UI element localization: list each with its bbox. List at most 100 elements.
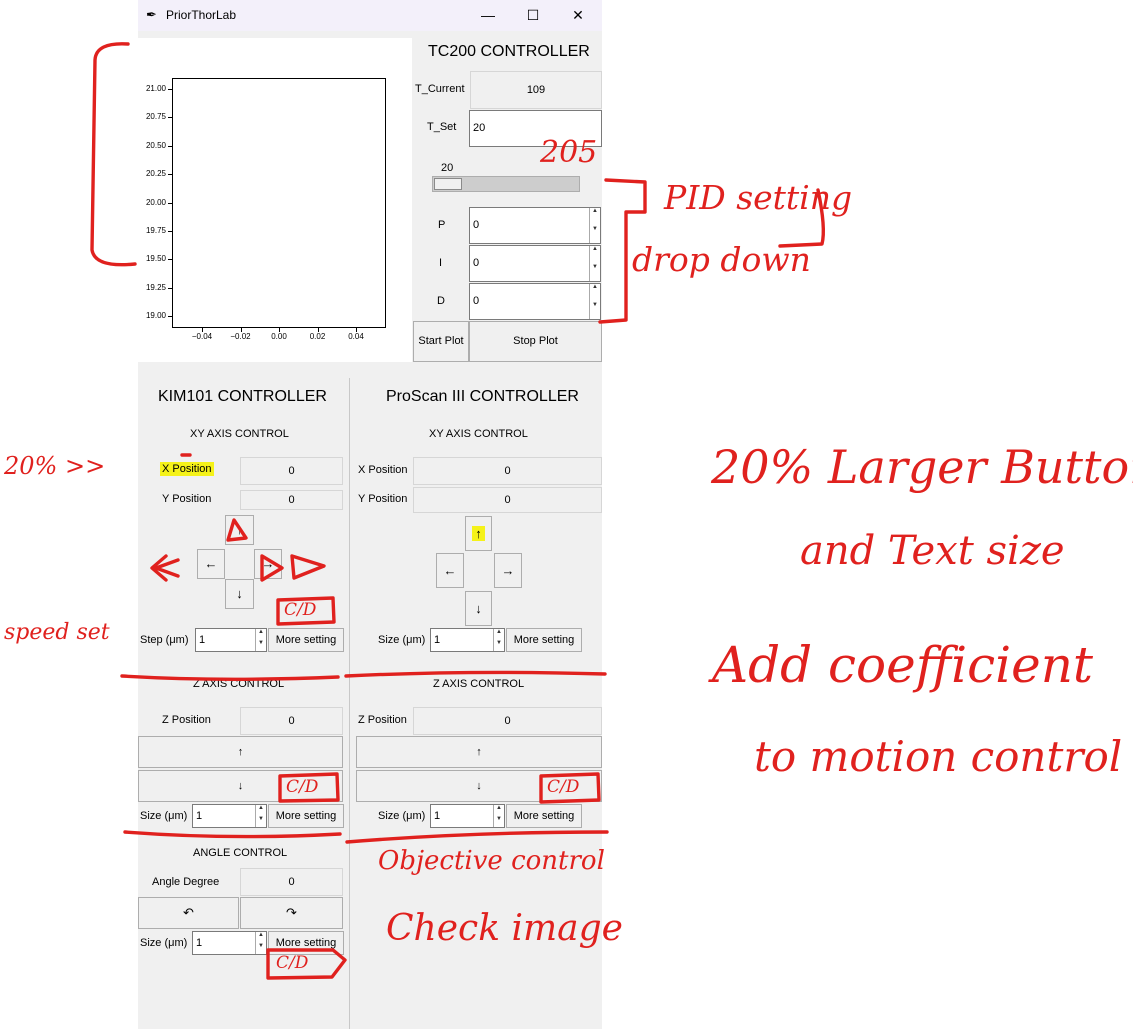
minimize-button[interactable]: — [478,6,498,24]
plot-y-tick-label: 21.00 [145,84,166,93]
kim101-z-size-spinbox[interactable]: 1 ▲ ▼ [192,804,267,828]
spin-down-icon[interactable]: ▼ [589,225,600,243]
spin-down-icon[interactable]: ▼ [255,640,266,651]
plot-y-tick-mark [168,259,172,261]
proscan-z-value: 0 [413,707,602,735]
window-title: PriorThorLab [166,8,237,22]
pid-setting-note: PID setting [664,178,853,217]
proscan-z-size-spinbox[interactable]: 1 ▲ ▼ [430,804,505,828]
close-button[interactable]: ✕ [568,6,588,24]
drop-down-note: drop down [632,240,811,279]
rotate-cw-button[interactable]: ↷ [240,897,343,929]
spin-down-icon[interactable]: ▼ [493,640,504,651]
proscan-more-setting-button[interactable]: More setting [506,628,582,652]
proscan-right-button[interactable]: → [494,553,522,588]
larger-button-note-2: and Text size [800,528,1065,574]
kim101-y-label: Y Position [162,493,212,505]
proscan-up-icon: ↑ [472,526,485,541]
kim101-right-button[interactable]: → [254,549,282,579]
t-current-label: T_Current [415,83,465,95]
spin-down-icon[interactable]: ▼ [255,816,266,827]
proscan-down-button[interactable]: ↓ [465,591,492,626]
coefficient-note-1: Add coefficient [712,636,1094,694]
i-spinbox[interactable]: 0 ▲ ▼ [469,245,601,282]
spin-up-icon[interactable]: ▲ [493,805,504,816]
spin-up-icon[interactable]: ▲ [255,932,266,943]
proscan-z-label: Z Position [358,714,407,726]
kim101-down-button[interactable]: ↓ [225,579,254,609]
kim101-z-label: Z Position [162,714,211,726]
plot-y-tick-label: 19.00 [145,311,166,320]
spin-up-icon[interactable]: ▲ [589,246,600,264]
spin-down-icon[interactable]: ▼ [493,816,504,827]
plot-x-tick-label: 0.02 [309,332,326,341]
kim101-angle-more-setting-button[interactable]: More setting [268,931,344,955]
i-label: I [439,257,443,269]
kim101-z-size-label: Size (μm) [140,810,188,822]
proscan-xy-title: XY AXIS CONTROL [429,428,528,440]
kim101-more-setting-button[interactable]: More setting [268,628,344,652]
cd-note-2: C/D [286,777,319,797]
proscan-up-button[interactable]: ↑ [465,516,492,551]
plot-x-tick-label: −0.02 [230,332,251,341]
plot-axes [172,78,386,328]
proscan-z-up-button[interactable]: ↑ [356,736,602,768]
feather-icon: ✒ [146,7,157,22]
spin-up-icon[interactable]: ▲ [589,284,600,302]
spin-up-icon[interactable]: ▲ [493,629,504,640]
maximize-button[interactable]: ☐ [523,6,543,24]
pid-note: 205 [540,135,598,170]
kim101-up-button[interactable]: ↑ [225,515,254,545]
p-label: P [438,219,446,231]
start-plot-button[interactable]: Start Plot [413,321,469,362]
proscan-y-value: 0 [413,487,602,513]
plot-y-tick-label: 19.75 [145,225,166,235]
kim101-step-spinbox[interactable]: 1 ▲ ▼ [195,628,267,652]
kim101-angle-title: ANGLE CONTROL [193,847,288,859]
kim101-angle-size-label: Size (μm) [140,937,188,949]
spin-down-icon[interactable]: ▼ [589,263,600,281]
spin-up-icon[interactable]: ▲ [589,208,600,226]
rotate-ccw-button[interactable]: ↶ [138,897,239,929]
plot-x-tick-label: −0.04 [191,332,213,341]
kim101-angle-size-spinbox[interactable]: 1 ▲ ▼ [192,931,267,955]
cd-note-3: C/D [547,777,580,797]
kim101-x-label: X Position [160,462,214,476]
kim101-z-more-setting-button[interactable]: More setting [268,804,344,828]
plot-y-tick-mark [168,230,172,232]
slider-handle[interactable] [434,178,462,190]
plot-y-tick-label: 20.75 [145,112,166,122]
spin-up-icon[interactable]: ▲ [255,629,266,640]
plot-y-tick-label: 19.25 [145,282,166,292]
plot-x-tick-mark [240,328,242,332]
kim101-z-up-button[interactable]: ↑ [138,736,343,768]
kim101-z-title: Z AXIS CONTROL [193,678,285,690]
plot-x-tick-mark [202,328,203,332]
proscan-z-more-setting-button[interactable]: More setting [506,804,582,828]
spin-up-icon[interactable]: ▲ [255,805,266,816]
column-divider [349,378,350,1029]
spin-down-icon[interactable]: ▼ [589,301,600,319]
proscan-left-button[interactable]: ← [436,553,464,588]
proscan-size-spinbox[interactable]: 1 ▲ ▼ [430,628,505,652]
plot-y-tick-label: 20.50 [145,140,166,150]
t-current-value: 109 [470,71,602,109]
plot-y-tick-label: 19.50 [145,254,166,264]
bracket-plot [90,42,137,267]
kim101-angle-label: Angle Degree [152,876,220,888]
plot-y-tick-mark [168,202,172,204]
tc200-title: TC200 CONTROLLER [428,43,590,60]
d-spinbox[interactable]: 0 ▲ ▼ [469,283,601,320]
cd-note-1: C/D [284,600,317,620]
check-image-note: Check image [386,908,623,949]
proscan-title: ProScan III CONTROLLER [386,388,579,405]
proscan-x-label: X Position [358,464,408,476]
plot-x-tick-mark [356,328,357,332]
coefficient-note-2: to motion control [754,732,1123,781]
spin-down-icon[interactable]: ▼ [255,943,266,954]
proscan-y-label: Y Position [358,493,408,505]
kim101-left-button[interactable]: ← [197,549,225,579]
stop-plot-button[interactable]: Stop Plot [469,321,602,362]
kim101-x-value: 0 [240,457,343,485]
p-spinbox[interactable]: 0 ▲ ▼ [469,207,601,244]
